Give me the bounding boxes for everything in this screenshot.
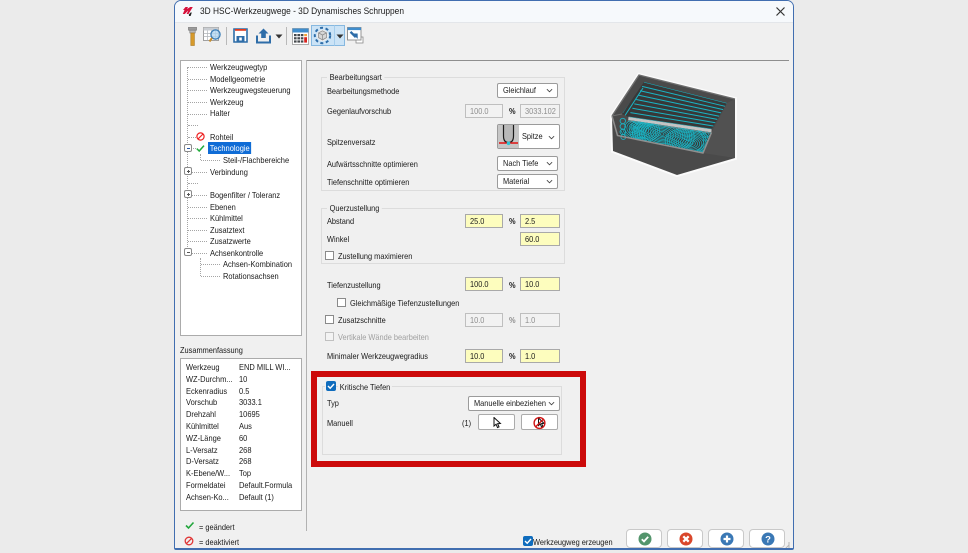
svg-text:?: ?	[765, 534, 771, 545]
